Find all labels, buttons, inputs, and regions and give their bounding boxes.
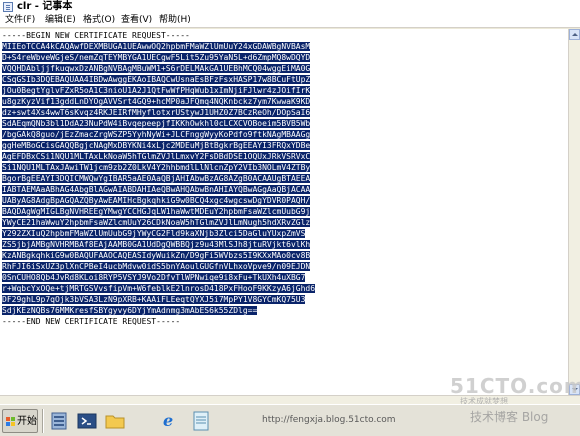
text-line: DF29ghL9p7qOjk3bVSA3LzN9pXRB+KAAiFLEeqtQ… bbox=[2, 295, 306, 304]
menu-format[interactable]: 格式(O) bbox=[81, 15, 117, 26]
text-line: Y292ZXIuQ2hpbmFMaWZlUmUubG9jYWyCG2Fld9ka… bbox=[2, 229, 306, 238]
text-line: -----BEGIN NEW CERTIFICATE REQUEST----- bbox=[2, 31, 190, 40]
taskbar-separator bbox=[42, 409, 44, 433]
text-editor-area[interactable]: -----BEGIN NEW CERTIFICATE REQUEST----- M… bbox=[0, 29, 568, 395]
arrow-up-icon bbox=[572, 33, 578, 36]
text-line: D+S4reWbveWGjeS/nemZqTEYMBYGA1UECgwF5Lit… bbox=[2, 53, 311, 62]
text-line: 0SnCUHO8Qb4JvRd8KLoi8RYP5VSYJ9Vo2DfvTlWP… bbox=[2, 273, 306, 282]
powershell-icon[interactable] bbox=[76, 410, 98, 432]
text-line: ggHeMBoGCisGAQQBgjcNAgMxDBYKNi4xLjc2MDEu… bbox=[2, 141, 311, 150]
menu-file[interactable]: 文件(F) bbox=[3, 15, 37, 26]
menu-edit[interactable]: 编辑(E) bbox=[43, 15, 78, 26]
text-line: jOu0BegtYglvFZxR5oA1C3nioU1A2J1QtFwWfPHq… bbox=[2, 86, 311, 95]
text-line: BgorBgEEAYI3DQICMWQwYgIBAR5aAE0AaQBjAHIA… bbox=[2, 174, 311, 183]
watermark-logo: 51CTO.com bbox=[450, 374, 580, 398]
menu-help[interactable]: 帮助(H) bbox=[157, 15, 193, 26]
menu-view[interactable]: 查看(V) bbox=[119, 15, 154, 26]
text-line: IABTAEMAaABhAG4AbgBlAGwAIABDAHIAeQBwAHQA… bbox=[2, 185, 311, 194]
text-line: UAByAG8AdgBpAGQAZQByAwEAMIHcBgkqhkiG9w0B… bbox=[2, 196, 311, 205]
window-title: clr - 记事本 bbox=[17, 1, 73, 12]
notepad-icon bbox=[3, 2, 13, 12]
text-line: SdAEqmQNb3bl1DdA23NuPdW4iBvqepeepjfIKKhO… bbox=[2, 119, 311, 128]
vertical-scrollbar[interactable] bbox=[568, 29, 580, 395]
text-line: u8gzKyzVif13gddLnDYOgAVVSrt4GQ9+hcMP0aJF… bbox=[2, 97, 311, 106]
notepad-window: clr - 记事本 文件(F) 编辑(E) 格式(O) 查看(V) 帮助(H) … bbox=[0, 0, 580, 404]
text-line: MIIEoTCCA4kCAQAwfDEXMBUGA1UEAwwOQ2hpbmFM… bbox=[2, 42, 311, 51]
internet-explorer-icon[interactable]: e bbox=[160, 410, 182, 432]
blog-url-watermark: http://fengxja.blog.51cto.com bbox=[262, 415, 396, 425]
blog-watermark: 技术博客 Blog bbox=[470, 410, 549, 424]
scroll-up-button[interactable] bbox=[569, 29, 580, 40]
text-line: SdjKEzNQBs76MMKresfSBYgyvy6DYjYmAdnmg3mA… bbox=[2, 306, 258, 315]
text-line: BAQDAgWgMIGLBgNVHREEgYMwgYCCHGJqLW1haWwt… bbox=[2, 207, 311, 216]
text-line: Si1NQU1MLTAxJAwiTW1jcm9zb2Z0LkV4Y2hhbmdl… bbox=[2, 163, 311, 172]
text-line: VQQHDAbljjfkuqwxDzANBgNVBAgMBuWM1+S6rDEL… bbox=[2, 64, 311, 73]
text-line: dz+swt4Xs4wwT6sKvqz4RKJEIRfMHyflotxrUSty… bbox=[2, 108, 311, 117]
text-line: CSqGSIb3DQEBAQUAA4IBDwAwggEKAoIBAQCwUsna… bbox=[2, 75, 311, 84]
server-manager-icon[interactable] bbox=[48, 410, 70, 432]
text-line: -----END NEW CERTIFICATE REQUEST----- bbox=[2, 317, 181, 326]
windows-logo-icon bbox=[6, 417, 15, 426]
notepad-taskbar-icon[interactable] bbox=[190, 410, 212, 432]
explorer-folder-icon[interactable] bbox=[104, 410, 126, 432]
start-label: 开始 bbox=[17, 416, 37, 427]
text-line: AgEFDBxCSi1NQU1MLTAxLkNoaW5hTGlmZVJlLmxv… bbox=[2, 152, 311, 161]
text-line: r+WqbcYxOQe+tjMRTGSVvsfipVm+W6feblkE2lnr… bbox=[2, 284, 316, 293]
text-line: YWyCE21haWwuY2hpbmFsaWZlcmUuY26CDkNoaW5h… bbox=[2, 218, 311, 227]
title-bar[interactable]: clr - 记事本 bbox=[0, 0, 580, 14]
start-button[interactable]: 开始 bbox=[2, 409, 38, 433]
text-line: ZS5jbjAMBgNVHRMBAf8EAjAAMB0GA1UdDgQWBBQj… bbox=[2, 240, 311, 249]
text-line: KzANBgkqhkiG9w0BAQUFAAOCAQEASIdyWuikZn/D… bbox=[2, 251, 311, 260]
text-line: RhFJI6iSxUZ3plXnCPBeI4ucbMdvw0idS5bnYAou… bbox=[2, 262, 311, 271]
menu-bar: 文件(F) 编辑(E) 格式(O) 查看(V) 帮助(H) bbox=[0, 14, 580, 28]
text-line: /bgGAkQ8guo/jEzZmacZrgWSZP5YyhNyWi+JLCFn… bbox=[2, 130, 311, 139]
